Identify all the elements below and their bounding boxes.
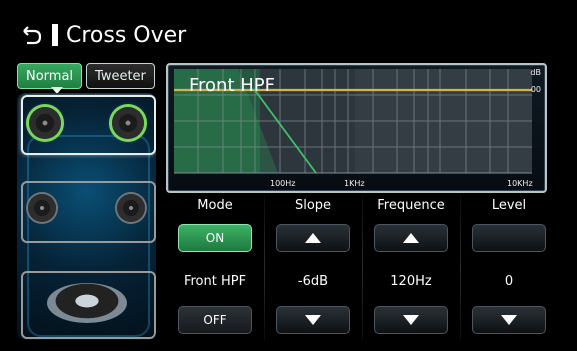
up-arrow-icon bbox=[305, 233, 321, 243]
level-header: Level bbox=[491, 197, 527, 213]
frequence-down-button[interactable] bbox=[374, 306, 448, 334]
freq-tick-1khz: 1KHz bbox=[344, 179, 365, 188]
speaker-tabs: Normal Tweeter bbox=[17, 63, 155, 89]
crossover-screen: Cross Over Normal Tweeter Front HPF dB 0… bbox=[0, 0, 577, 351]
graph-title: Front HPF bbox=[189, 75, 275, 96]
level-up-button[interactable] bbox=[472, 224, 546, 252]
column-separator bbox=[362, 195, 363, 340]
back-icon[interactable] bbox=[20, 23, 44, 47]
down-arrow-icon bbox=[305, 315, 321, 325]
freq-tick-100hz: 100Hz bbox=[270, 179, 296, 188]
column-separator bbox=[460, 195, 461, 340]
rear-right-speaker-icon bbox=[117, 194, 145, 222]
up-arrow-icon bbox=[403, 233, 419, 243]
car-speaker-map bbox=[17, 93, 156, 340]
tab-normal[interactable]: Normal bbox=[17, 63, 83, 89]
title-row: Cross Over bbox=[20, 18, 186, 52]
title-accent-bar bbox=[52, 24, 58, 46]
slope-value: -6dB bbox=[297, 273, 329, 289]
db-unit-label: dB bbox=[530, 68, 541, 77]
crossover-graph: Front HPF dB 00 100Hz 1KHz 10KHz bbox=[166, 63, 547, 193]
slope-down-button[interactable] bbox=[276, 306, 350, 334]
mode-header: Mode bbox=[197, 197, 233, 213]
tab-tweeter[interactable]: Tweeter bbox=[86, 63, 155, 89]
page-title: Cross Over bbox=[66, 22, 187, 48]
frequence-value: 120Hz bbox=[390, 273, 432, 289]
mode-off-button[interactable]: OFF bbox=[178, 306, 252, 334]
level-column: Level 0 bbox=[466, 195, 552, 340]
frequence-up-button[interactable] bbox=[374, 224, 448, 252]
frequence-column: Frequence 120Hz bbox=[368, 195, 454, 340]
down-arrow-icon bbox=[403, 315, 419, 325]
slope-up-button[interactable] bbox=[276, 224, 350, 252]
front-right-speaker-icon bbox=[112, 107, 144, 139]
level-value: 0 bbox=[504, 273, 514, 289]
front-left-speaker-icon bbox=[29, 107, 61, 139]
level-down-button[interactable] bbox=[472, 306, 546, 334]
column-separator bbox=[264, 195, 265, 340]
rear-left-speaker-icon bbox=[28, 194, 56, 222]
mode-column: Mode ON Front HPF OFF bbox=[172, 195, 258, 340]
frequence-header: Frequence bbox=[377, 197, 445, 213]
mode-on-button[interactable]: ON bbox=[178, 224, 252, 252]
freq-tick-10khz: 10KHz bbox=[507, 179, 533, 188]
down-arrow-icon bbox=[501, 315, 517, 325]
subwoofer-icon bbox=[47, 283, 127, 323]
slope-header: Slope bbox=[294, 197, 332, 213]
crossover-controls: Mode ON Front HPF OFF Slope -6dB Frequen… bbox=[166, 195, 546, 340]
db-zero-label: 00 bbox=[530, 85, 541, 94]
slope-column: Slope -6dB bbox=[270, 195, 356, 340]
mode-value: Front HPF bbox=[183, 273, 247, 289]
